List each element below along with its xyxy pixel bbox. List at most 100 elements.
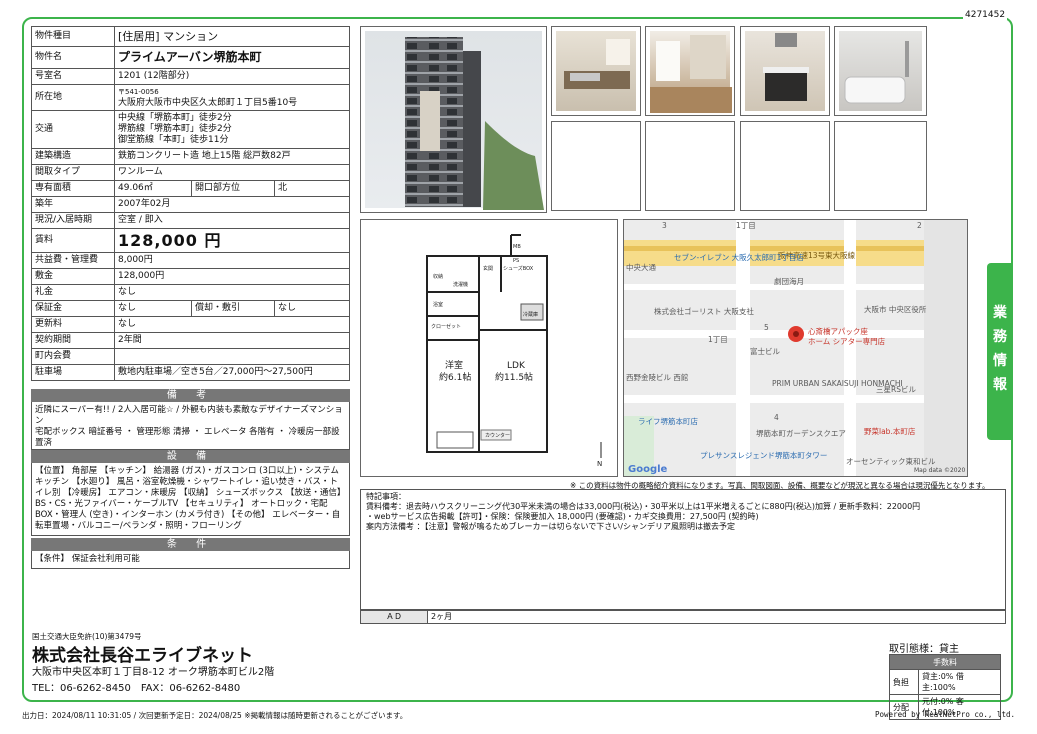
renewal-label: 更新料 bbox=[31, 316, 115, 333]
map-drawing: 3 1丁目 2 阪神高速13号東大阪線 セブン-イレブン 大阪久太郎町1丁目店 … bbox=[624, 220, 967, 476]
common-fee-value: 8,000円 bbox=[114, 252, 350, 269]
map-label: 1丁目 bbox=[736, 221, 756, 230]
status-value: 空室 / 即入 bbox=[114, 212, 350, 229]
key-money-label: 礼金 bbox=[31, 284, 115, 301]
map-label: 三星RSビル bbox=[876, 385, 916, 394]
type-label: 物件種目 bbox=[31, 26, 115, 47]
status-label: 現況/入居時期 bbox=[31, 212, 115, 229]
amortization-label: 償却・敷引 bbox=[191, 300, 275, 317]
area-value: 49.06㎡ bbox=[114, 180, 192, 197]
company-address: 大阪市中央区本町１丁目8-12 オーク堺筋本町ビル2階 bbox=[32, 667, 275, 678]
company-phone: TEL：06-6262-8450 FAX：06-6262-8480 bbox=[32, 683, 241, 694]
floor-plan-drawing: N 洋室 約6.1帖 LDK 約11.5帖 収納 洗濯機 浴室 冷蔵庫 クローゼ… bbox=[426, 234, 602, 468]
building-exterior-photo bbox=[360, 26, 547, 213]
guarantee-label: 保証金 bbox=[31, 300, 115, 317]
island-kitchen-photo bbox=[740, 26, 830, 116]
special-notes: 特記事項： 賃料備考：退去時ハウスクリーニング代30平米未満の場合は33,000… bbox=[360, 489, 1006, 610]
fee-header: 手数料 bbox=[889, 654, 1001, 670]
map-label: プレサンスレジェンド堺筋本町タワー bbox=[700, 450, 827, 460]
kitchen-photo bbox=[551, 26, 641, 116]
parking-value: 敷地内駐車場／空き5台／27,000円～27,500円 bbox=[114, 364, 350, 381]
location-map[interactable]: 3 1丁目 2 阪神高速13号東大阪線 セブン-イレブン 大阪久太郎町1丁目店 … bbox=[623, 219, 968, 477]
property-name: プライムアーバン堺筋本町 bbox=[114, 46, 350, 69]
renewal-value: なし bbox=[114, 316, 350, 333]
term-value: 2年間 bbox=[114, 332, 350, 349]
traffic-line: 中央線「堺筋本町」徒歩2分 bbox=[118, 113, 232, 123]
empty-photo-slot bbox=[740, 121, 830, 211]
plan-label: 冷蔵庫 bbox=[523, 311, 538, 318]
room-label: 号室名 bbox=[31, 68, 115, 85]
conditions-section: 条 件 【条件】 保証会社利用可能 bbox=[31, 538, 350, 569]
ad-label: ＡＤ bbox=[361, 611, 428, 623]
common-fee-label: 共益費・管理費 bbox=[31, 252, 115, 269]
conditions-text: 【条件】 保証会社利用可能 bbox=[31, 551, 350, 569]
map-label: 富士ビル bbox=[750, 346, 780, 356]
association-value bbox=[114, 348, 350, 365]
rent-label: 賃料 bbox=[31, 228, 115, 253]
remarks-section: 備 考 近隣にスーパー有!! / 2人入居可能☆ / 外観も内装も素敵なデザイナ… bbox=[31, 389, 350, 450]
remarks-text: 近隣にスーパー有!! / 2人入居可能☆ / 外観も内装も素敵なデザイナーズマン… bbox=[31, 402, 350, 450]
map-label: ライフ堺筋本町店 bbox=[638, 416, 698, 426]
equipment-title: 設 備 bbox=[31, 450, 350, 463]
plan-label: 収納 bbox=[433, 273, 443, 280]
plan-label: クローゼット bbox=[431, 323, 461, 330]
conditions-title: 条 件 bbox=[31, 538, 350, 551]
side-tab-business-info[interactable]: 業務情報 bbox=[987, 263, 1013, 440]
traffic-label: 交通 bbox=[31, 110, 115, 149]
plan-label: PS bbox=[513, 258, 519, 264]
floor-plan: N 洋室 約6.1帖 LDK 約11.5帖 収納 洗濯機 浴室 冷蔵庫 クローゼ… bbox=[360, 219, 618, 477]
layout-label: 間取タイプ bbox=[31, 164, 115, 181]
plan-label: MB bbox=[513, 244, 521, 250]
area-label: 専有面積 bbox=[31, 180, 115, 197]
type-value: [住居用] マンション bbox=[114, 26, 350, 47]
room2-name: LDK bbox=[507, 361, 526, 371]
special-notes-line: ・webサービス広告掲載【許可】・保険：保険要加入 18,000円 (要確認)・… bbox=[366, 512, 759, 521]
traffic-cell: 中央線「堺筋本町」徒歩2分 堺筋線「堺筋本町」徒歩2分 御堂筋線「本町」徒歩11分 bbox=[114, 110, 350, 149]
bathroom-photo bbox=[834, 26, 927, 116]
structure-label: 建築構造 bbox=[31, 148, 115, 165]
property-spec-table: 物件種目 [住居用] マンション 物件名 プライムアーバン堺筋本町 号室名 12… bbox=[31, 26, 350, 381]
address-label: 所在地 bbox=[31, 84, 115, 111]
map-block-number: 2 bbox=[917, 221, 922, 230]
name-label: 物件名 bbox=[31, 46, 115, 69]
map-label: 西野金陵ビル 西館 bbox=[626, 372, 688, 382]
document-id: 4271452 bbox=[963, 10, 1008, 20]
fee-burden-value: 貸主:0% 借主:100% bbox=[918, 669, 1001, 695]
deposit-label: 敷金 bbox=[31, 268, 115, 285]
parking-label: 駐車場 bbox=[31, 364, 115, 381]
map-copyright: Map data ©2020 bbox=[914, 467, 965, 474]
living-room-photo bbox=[645, 26, 735, 116]
map-label: セブン-イレブン 大阪久太郎町1丁目店 bbox=[674, 252, 804, 262]
side-tab-label: 業務情報 bbox=[993, 305, 1007, 393]
map-label: 1丁目 bbox=[708, 335, 728, 344]
room-value: 1201 (12階部分) bbox=[114, 68, 350, 85]
building-exterior-illustration bbox=[405, 37, 544, 210]
map-label: 心斎橋アパック座 bbox=[808, 326, 868, 336]
address-zip: 〒541-0056 bbox=[118, 87, 159, 96]
room1-name: 洋室 bbox=[445, 359, 463, 371]
built-value: 2007年02月 bbox=[114, 196, 350, 213]
map-label: 大阪市 中央区役所 bbox=[864, 304, 927, 314]
amortization-value: なし bbox=[274, 300, 350, 317]
equipment-text: 【位置】 角部屋 【キッチン】 給湯器 (ガス)・ガスコンロ (3口以上)・シス… bbox=[31, 463, 350, 536]
map-label: オーセンティック東和ビル bbox=[846, 456, 936, 466]
map-block-number: 5 bbox=[764, 323, 769, 332]
special-notes-line: 賃料備考：退去時ハウスクリーニング代30平米未満の場合は33,000円(税込)・… bbox=[366, 502, 921, 511]
direction-value: 北 bbox=[274, 180, 350, 197]
map-block-number: 3 bbox=[662, 221, 667, 230]
guarantee-value: なし bbox=[114, 300, 192, 317]
map-block-number: 4 bbox=[774, 413, 779, 422]
footer-output-date: 出力日：2024/08/11 10:31:05 / 次回更新予定日：2024/0… bbox=[22, 711, 408, 720]
special-notes-title: 特記事項： bbox=[366, 492, 406, 501]
direction-label: 開口部方位 bbox=[191, 180, 275, 197]
map-label: 堺筋本町ガーデンスクエア bbox=[756, 428, 846, 438]
key-money-value: なし bbox=[114, 284, 350, 301]
plan-label: 玄関 bbox=[483, 265, 493, 272]
remarks-title: 備 考 bbox=[31, 389, 350, 402]
built-label: 築年 bbox=[31, 196, 115, 213]
plan-label: 洗濯機 bbox=[453, 281, 468, 288]
rent-value: 128,000 円 bbox=[114, 228, 350, 253]
plan-label: 浴室 bbox=[433, 301, 443, 308]
plan-label: カウンター bbox=[485, 432, 510, 439]
transaction-type: 取引態様：貸主 bbox=[889, 644, 959, 655]
